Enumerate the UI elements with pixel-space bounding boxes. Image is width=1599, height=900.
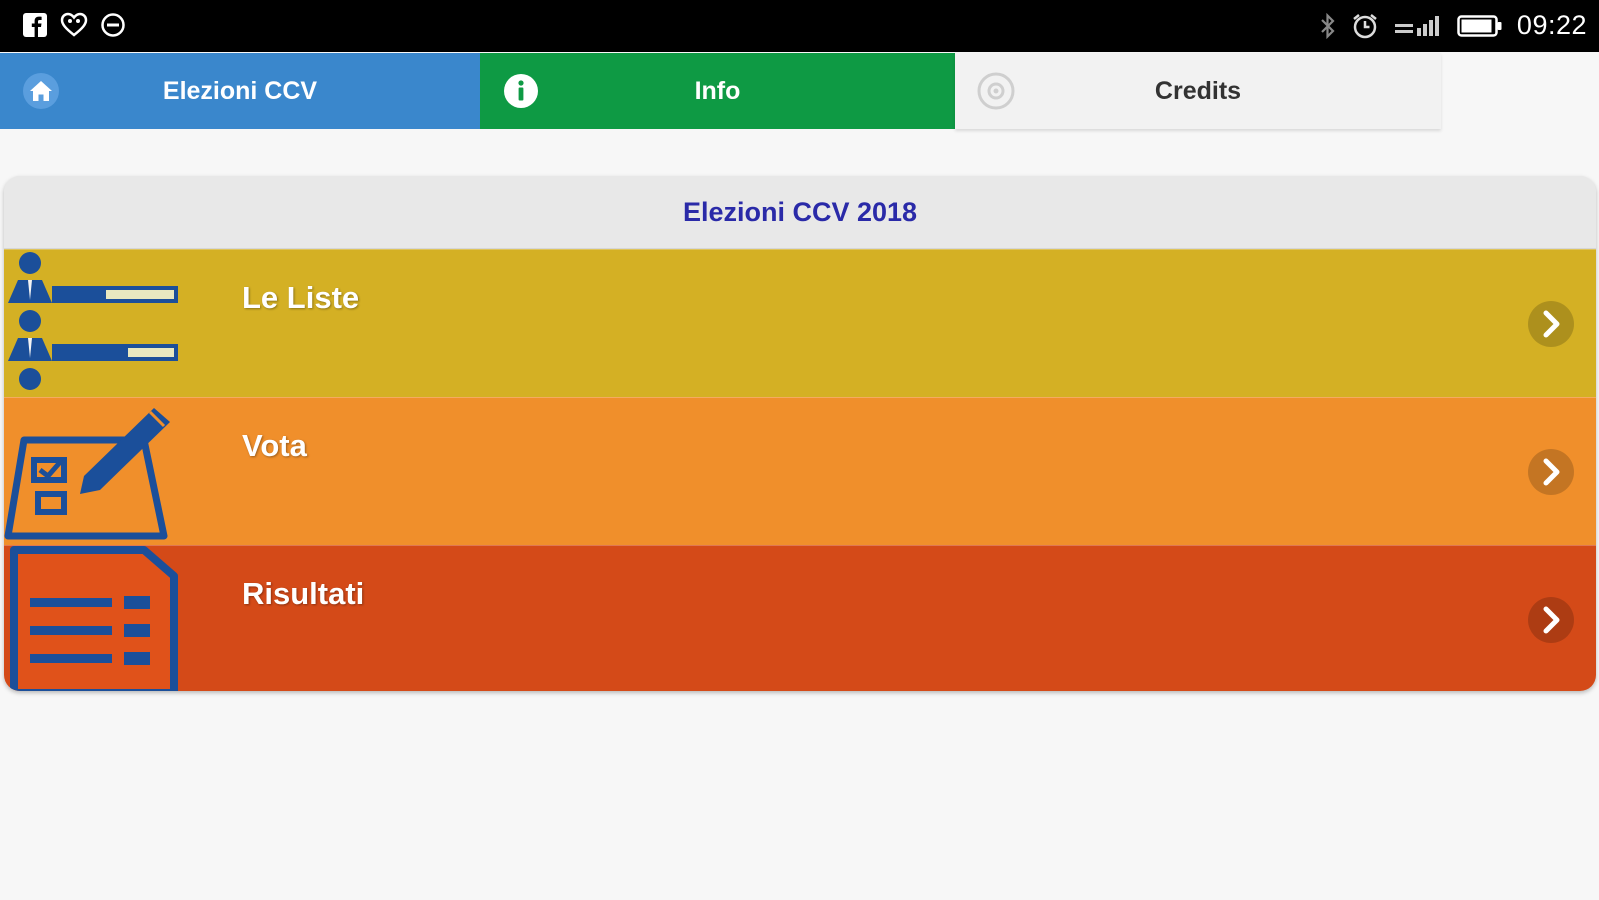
info-icon <box>504 74 538 108</box>
panel-title: Elezioni CCV 2018 <box>4 176 1596 249</box>
tab-credits[interactable]: Credits <box>955 53 1441 129</box>
menu-item-le-liste[interactable]: Le Liste <box>4 249 1596 397</box>
status-right-icons: 09:22 <box>1319 10 1587 41</box>
signal-icon <box>1394 15 1439 36</box>
tab-label: Credits <box>1154 76 1242 105</box>
bluetooth-icon <box>1321 12 1335 39</box>
menu-item-vota[interactable]: Vota <box>4 397 1596 545</box>
menu-item-label: Vota <box>242 428 307 463</box>
tab-info[interactable]: Info <box>480 53 955 129</box>
chevron-right-icon <box>1528 449 1574 495</box>
menu-item-label: Risultati <box>242 576 365 611</box>
ballot-pencil-icon <box>4 408 170 540</box>
elections-menu-panel: Elezioni CCV 2018 Le Liste Vota Risultat… <box>4 176 1596 691</box>
candidates-list-icon <box>8 252 178 390</box>
chevron-right-icon <box>1528 597 1574 643</box>
results-document-icon <box>10 546 178 691</box>
tab-label: Elezioni CCV <box>162 76 318 105</box>
tab-label: Info <box>694 76 741 105</box>
menu-item-risultati[interactable]: Risultati <box>4 545 1596 691</box>
facebook-icon <box>23 13 47 37</box>
status-bar: 09:22 <box>0 0 1599 52</box>
menu-item-label: Le Liste <box>242 280 360 315</box>
gear-icon <box>977 72 1015 110</box>
alarm-icon <box>1353 13 1377 38</box>
circle-dash-icon <box>101 13 125 37</box>
battery-icon <box>1457 14 1502 37</box>
tab-elezioni-ccv[interactable]: Elezioni CCV <box>0 53 480 129</box>
chevron-right-icon <box>1528 301 1574 347</box>
top-tab-bar: Elezioni CCV Info Credits <box>0 53 1470 129</box>
status-left-icons <box>22 12 126 38</box>
home-icon <box>23 73 59 109</box>
status-time: 09:22 <box>1516 10 1587 40</box>
shield-heart-icon <box>60 12 88 37</box>
